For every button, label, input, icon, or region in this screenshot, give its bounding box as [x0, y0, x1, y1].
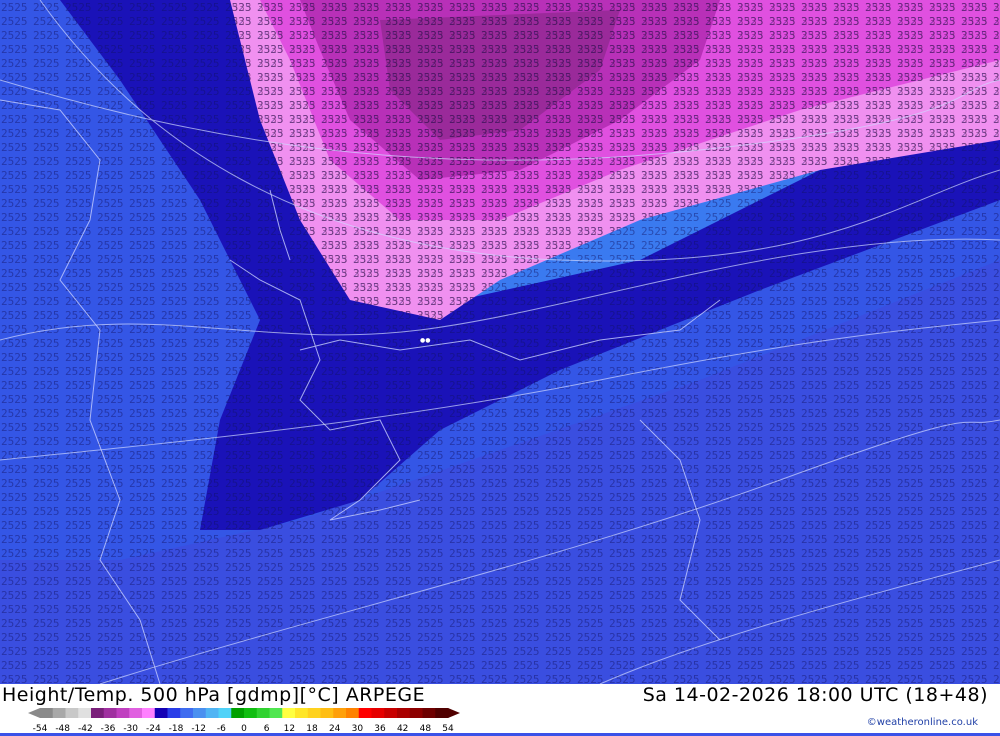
legend-swatch — [180, 708, 194, 718]
legend-swatch — [65, 708, 79, 718]
legend-swatch — [320, 708, 334, 718]
legend-swatch — [282, 708, 296, 718]
legend-tick-label: 36 — [374, 724, 386, 732]
legend-swatch — [422, 708, 436, 718]
legend-tick-label: -18 — [169, 724, 184, 732]
legend-swatch — [142, 708, 156, 718]
weather-map: 2525 3333 — [0, 0, 1000, 684]
legend-tick-label: -6 — [217, 724, 226, 732]
legend-swatch — [167, 708, 181, 718]
legend-tick-label: -24 — [146, 724, 161, 732]
legend-tick-label: -54 — [33, 724, 48, 732]
legend-swatch — [409, 708, 423, 718]
legend-swatch — [78, 708, 92, 718]
legend-swatch — [116, 708, 130, 718]
legend-swatch — [346, 708, 360, 718]
map-graphic: 2525 3333 — [0, 0, 1000, 684]
legend-swatch — [435, 708, 449, 718]
map-title: Height/Temp. 500 hPa [gdmp][°C] ARPEGE — [2, 684, 426, 706]
legend-tick-label: 42 — [397, 724, 408, 732]
legend-tick-label: 6 — [264, 724, 270, 732]
legend-swatch — [205, 708, 219, 718]
legend-swatch — [193, 708, 207, 718]
color-legend: -54 -48 -42 -36 -30 -24 -18 -12 -6 0 6 12 18 24 30 36 42… — [28, 706, 468, 734]
legend-swatch — [295, 708, 309, 718]
legend-swatch — [218, 708, 232, 718]
legend-swatch — [91, 708, 105, 718]
legend-swatch — [154, 708, 168, 718]
legend-swatch — [397, 708, 411, 718]
legend-swatch — [333, 708, 347, 718]
legend-swatch — [371, 708, 385, 718]
legend-tick-label: -48 — [55, 724, 70, 732]
legend-swatch — [244, 708, 258, 718]
legend-tick-label: -36 — [101, 724, 116, 732]
legend-tick-label: -42 — [78, 724, 93, 732]
legend-swatch — [256, 708, 270, 718]
legend-tick-label: 18 — [306, 724, 318, 732]
legend-tick-label: 12 — [284, 724, 295, 732]
legend-swatch — [231, 708, 245, 718]
legend-arrow-right — [448, 708, 460, 718]
legend-tick-label: 24 — [329, 724, 341, 732]
legend-swatch — [307, 708, 321, 718]
legend-swatch — [358, 708, 372, 718]
legend-tick-label: 54 — [442, 724, 454, 732]
legend-bar: -54 -48 -42 -36 -30 -24 -18 -12 -6 0 6 12 18 24 30 36 42… — [28, 708, 460, 734]
legend-swatch — [269, 708, 283, 718]
city-marker: ●● — [420, 337, 430, 344]
map-footer: Height/Temp. 500 hPa [gdmp][°C] ARPEGE S… — [0, 684, 1000, 734]
legend-swatch — [103, 708, 117, 718]
legend-tick-label: 48 — [420, 724, 432, 732]
legend-swatch — [52, 708, 66, 718]
legend-tick-label: -12 — [191, 724, 206, 732]
forecast-datetime: Sa 14-02-2026 18:00 UTC (18+48) — [642, 684, 988, 706]
legend-swatch — [129, 708, 143, 718]
legend-tick-label: 30 — [352, 724, 364, 732]
legend-swatch — [384, 708, 398, 718]
legend-swatch — [40, 708, 54, 718]
legend-tick-label: -30 — [123, 724, 138, 732]
legend-arrow-left — [28, 708, 40, 718]
legend-tick-label: 0 — [241, 724, 247, 732]
credit-link[interactable]: ©weatheronline.co.uk — [867, 717, 978, 728]
